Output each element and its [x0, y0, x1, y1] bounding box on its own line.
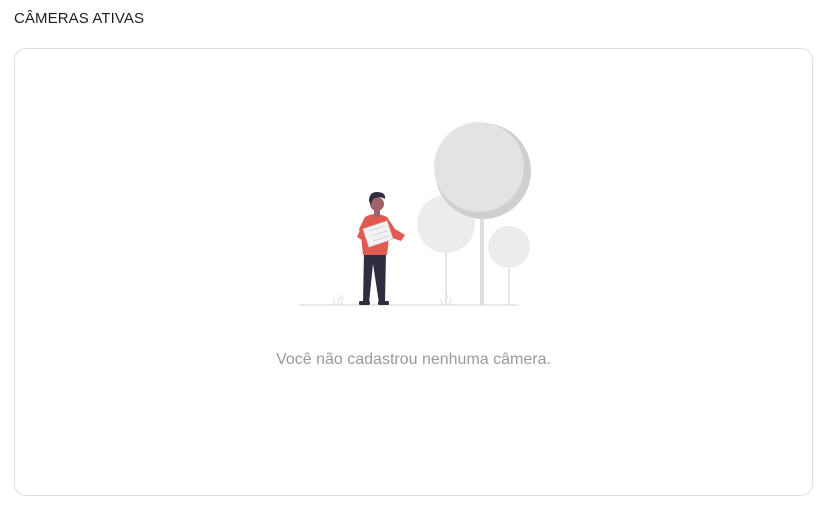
active-cameras-page: CÂMERAS ATIVAS Você não cadastrou nenhum…: [0, 0, 834, 521]
person-shoe-left: [359, 301, 370, 305]
cameras-card: Você não cadastrou nenhuma câmera.: [14, 48, 813, 496]
empty-state-illustration: [299, 122, 531, 306]
person-legs: [363, 252, 386, 303]
person-figure: [357, 192, 405, 305]
tree-small: [488, 226, 530, 268]
empty-state-message: Você não cadastrou nenhuma câmera.: [276, 351, 551, 368]
section-title: CÂMERAS ATIVAS: [14, 10, 145, 27]
grass-tuft-left: [332, 294, 344, 306]
person-shoe-right: [378, 301, 389, 305]
tree-large: [434, 122, 524, 212]
